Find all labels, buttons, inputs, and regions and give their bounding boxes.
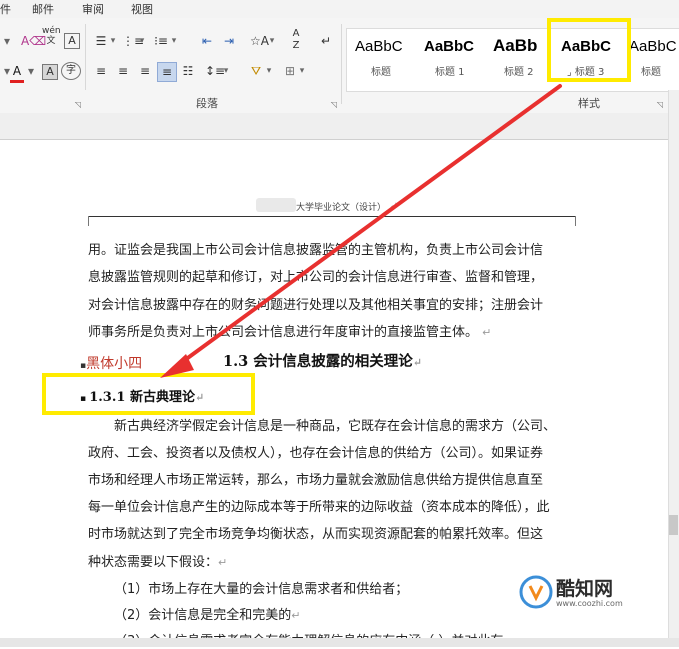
watermark-url: www.coozhi.com [556,599,623,608]
red-arrow-annotation [160,84,562,378]
status-bar [0,638,679,647]
arrow-shaft [172,84,562,370]
watermark-name: 酷知网 [556,578,614,600]
